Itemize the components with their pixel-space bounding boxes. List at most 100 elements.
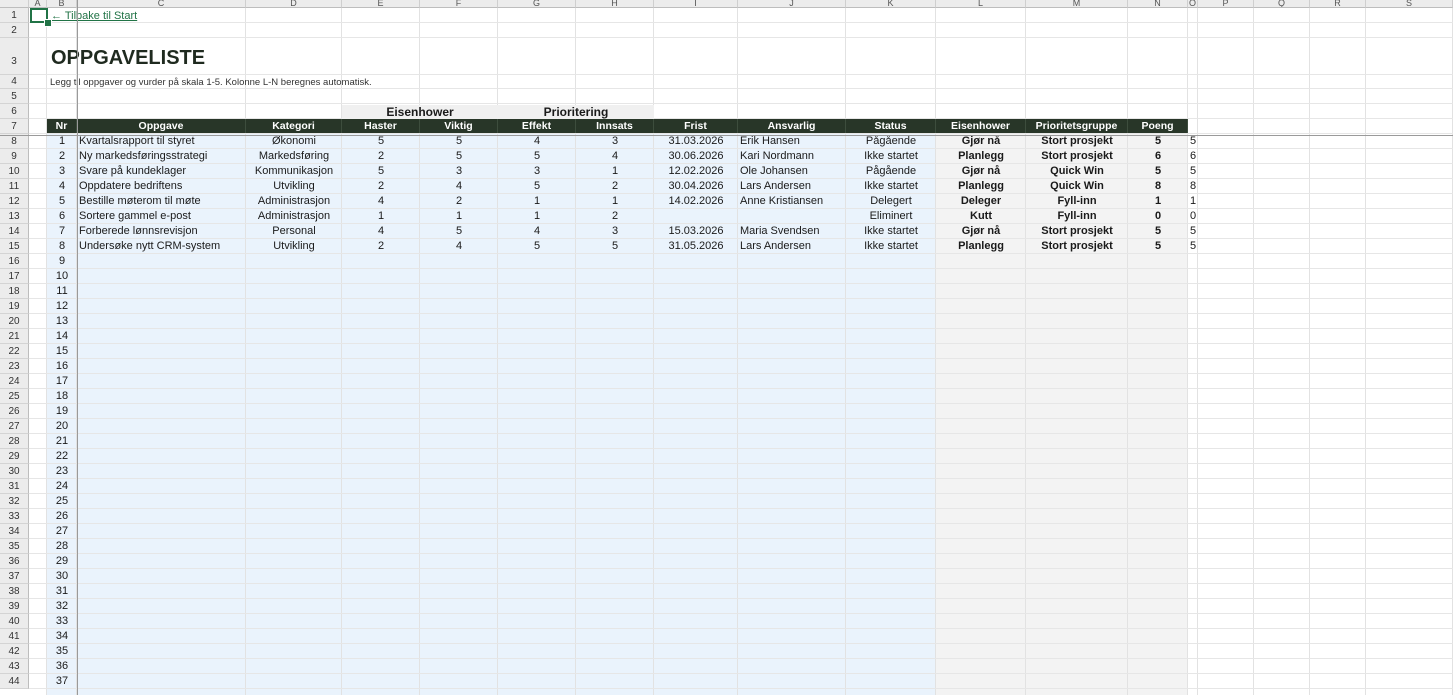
- cell-effekt[interactable]: 1: [498, 209, 576, 224]
- row-header[interactable]: 40: [0, 614, 29, 629]
- cell-nr[interactable]: 23: [47, 464, 77, 479]
- row-header[interactable]: 18: [0, 284, 29, 299]
- cell-poeng[interactable]: 5: [1128, 239, 1188, 254]
- cell-eisenhower[interactable]: Gjør nå: [936, 134, 1026, 149]
- cell-nr[interactable]: 15: [47, 344, 77, 359]
- cell-nr[interactable]: 1: [47, 134, 77, 149]
- back-to-start-link[interactable]: ← Tilbake til Start: [49, 9, 249, 23]
- cell-group[interactable]: Stort prosjekt: [1026, 239, 1128, 254]
- fill-handle[interactable]: [44, 19, 52, 27]
- cell-eisenhower[interactable]: Planlegg: [936, 239, 1026, 254]
- column-header-c[interactable]: C: [77, 0, 246, 8]
- cell-nr[interactable]: 10: [47, 269, 77, 284]
- cell-haster[interactable]: 2: [342, 149, 420, 164]
- cell-frist[interactable]: [654, 209, 738, 224]
- cell-eisenhower[interactable]: Planlegg: [936, 179, 1026, 194]
- column-header-h[interactable]: H: [576, 0, 654, 8]
- row-header[interactable]: 37: [0, 569, 29, 584]
- cell-haster[interactable]: 5: [342, 134, 420, 149]
- row-header[interactable]: 26: [0, 404, 29, 419]
- cell-poeng[interactable]: 5: [1128, 134, 1188, 149]
- cell-effekt[interactable]: 3: [498, 164, 576, 179]
- cell-frist[interactable]: 15.03.2026: [654, 224, 738, 239]
- cell-poeng[interactable]: 5: [1128, 164, 1188, 179]
- row-header[interactable]: 14: [0, 224, 29, 239]
- row-header[interactable]: 4: [0, 75, 29, 89]
- cell-haster[interactable]: 4: [342, 224, 420, 239]
- cell-task[interactable]: Kvartalsrapport til styret: [77, 134, 246, 149]
- row-header[interactable]: 28: [0, 434, 29, 449]
- cell-extra[interactable]: 5: [1188, 224, 1202, 239]
- cell-poeng[interactable]: 1: [1128, 194, 1188, 209]
- cell-nr[interactable]: 21: [47, 434, 77, 449]
- column-header-l[interactable]: L: [936, 0, 1026, 8]
- column-header-f[interactable]: F: [420, 0, 498, 8]
- cell-viktig[interactable]: 5: [420, 134, 498, 149]
- row-header[interactable]: 9: [0, 149, 29, 164]
- cell-haster[interactable]: 1: [342, 209, 420, 224]
- cell-nr[interactable]: 18: [47, 389, 77, 404]
- cell-innsats[interactable]: 1: [576, 194, 654, 209]
- cell-viktig[interactable]: 3: [420, 164, 498, 179]
- cell-extra[interactable]: 5: [1188, 164, 1202, 179]
- cell-extra[interactable]: 6: [1188, 149, 1202, 164]
- cell-frist[interactable]: 31.05.2026: [654, 239, 738, 254]
- cell-nr[interactable]: 36: [47, 659, 77, 674]
- cell-nr[interactable]: 11: [47, 284, 77, 299]
- cell-nr[interactable]: 31: [47, 584, 77, 599]
- column-header-a[interactable]: A: [29, 0, 47, 8]
- cell-poeng[interactable]: 8: [1128, 179, 1188, 194]
- cell-nr[interactable]: 2: [47, 149, 77, 164]
- cell-status[interactable]: Eliminert: [846, 209, 936, 224]
- cell-eisenhower[interactable]: Gjør nå: [936, 164, 1026, 179]
- row-header[interactable]: 10: [0, 164, 29, 179]
- cell-nr[interactable]: 5: [47, 194, 77, 209]
- cell-extra[interactable]: 5: [1188, 134, 1202, 149]
- row-header[interactable]: 19: [0, 299, 29, 314]
- row-header[interactable]: 42: [0, 644, 29, 659]
- cell-nr[interactable]: 37: [47, 674, 77, 689]
- column-header-s[interactable]: S: [1366, 0, 1453, 8]
- column-header-g[interactable]: G: [498, 0, 576, 8]
- cell-nr[interactable]: 35: [47, 644, 77, 659]
- cell-status[interactable]: Ikke startet: [846, 149, 936, 164]
- cell-task[interactable]: Oppdatere bedriftens: [77, 179, 246, 194]
- cell-category[interactable]: Personal: [246, 224, 342, 239]
- row-header[interactable]: 16: [0, 254, 29, 269]
- cell-frist[interactable]: 14.02.2026: [654, 194, 738, 209]
- row-header[interactable]: 12: [0, 194, 29, 209]
- cell-group[interactable]: Quick Win: [1026, 164, 1128, 179]
- cell-ansvarlig[interactable]: Ole Johansen: [738, 164, 846, 179]
- cell-nr[interactable]: 9: [47, 254, 77, 269]
- cell-innsats[interactable]: 3: [576, 134, 654, 149]
- cell-group[interactable]: Fyll-inn: [1026, 209, 1128, 224]
- row-header[interactable]: 13: [0, 209, 29, 224]
- cell-nr[interactable]: 26: [47, 509, 77, 524]
- cell-category[interactable]: Markedsføring: [246, 149, 342, 164]
- row-header[interactable]: 25: [0, 389, 29, 404]
- spreadsheet-sheet[interactable]: ABCDEFGHIJKLMNOPQRS 1 2 3 4 5 6 7 8 9 10 11 12 13 14 1…: [0, 0, 1453, 695]
- cell-nr[interactable]: 30: [47, 569, 77, 584]
- cell-viktig[interactable]: 4: [420, 179, 498, 194]
- cell-status[interactable]: Ikke startet: [846, 224, 936, 239]
- cell-haster[interactable]: 2: [342, 179, 420, 194]
- row-header[interactable]: 35: [0, 539, 29, 554]
- cell-extra[interactable]: 1: [1188, 194, 1202, 209]
- cell-group[interactable]: Fyll-inn: [1026, 194, 1128, 209]
- cell-nr[interactable]: 25: [47, 494, 77, 509]
- cell-nr[interactable]: 16: [47, 359, 77, 374]
- cell-innsats[interactable]: 3: [576, 224, 654, 239]
- cell-haster[interactable]: 2: [342, 239, 420, 254]
- column-header-e[interactable]: E: [342, 0, 420, 8]
- cell-nr[interactable]: 20: [47, 419, 77, 434]
- cell-nr[interactable]: 17: [47, 374, 77, 389]
- cell-haster[interactable]: 4: [342, 194, 420, 209]
- cell-effekt[interactable]: 4: [498, 224, 576, 239]
- cell-ansvarlig[interactable]: Kari Nordmann: [738, 149, 846, 164]
- row-header[interactable]: 33: [0, 509, 29, 524]
- row-header[interactable]: 29: [0, 449, 29, 464]
- row-header[interactable]: 36: [0, 554, 29, 569]
- row-header[interactable]: 15: [0, 239, 29, 254]
- row-header[interactable]: 32: [0, 494, 29, 509]
- cell-category[interactable]: Administrasjon: [246, 194, 342, 209]
